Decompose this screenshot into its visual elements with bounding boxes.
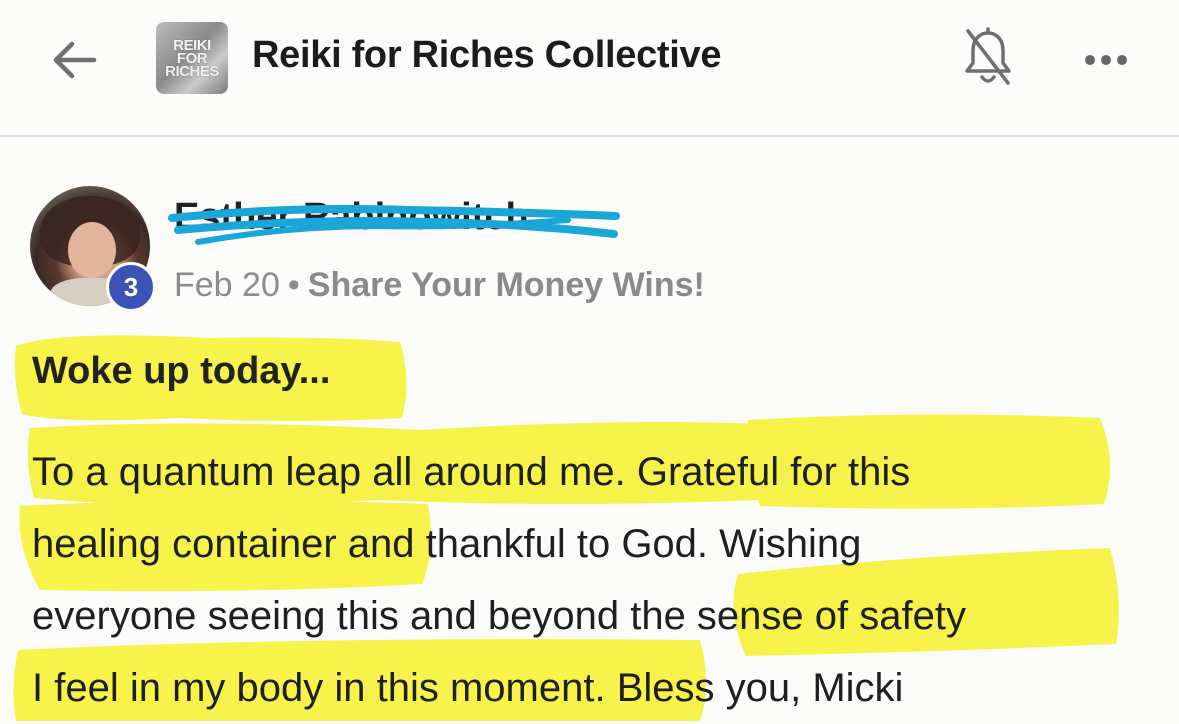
top-app-bar: REIKI FOR RICHES Reiki for Riches Collec… <box>0 0 1179 137</box>
post-body-line: everyone seeing this and beyond the sens… <box>32 594 966 638</box>
post-body-line: I feel in my body in this moment. Bless … <box>32 666 904 710</box>
more-options-button[interactable] <box>1076 38 1136 82</box>
post-meta: Feb 20 • Share Your Money Wins! <box>174 266 705 305</box>
author-name[interactable]: Esther Rabinowitch <box>174 196 594 239</box>
meta-separator: • <box>287 266 300 304</box>
group-name[interactable]: Reiki for Riches Collective <box>252 34 721 77</box>
more-dot <box>1117 55 1127 65</box>
post-body-line: healing container and thankful to God. W… <box>32 522 862 566</box>
post-category-link[interactable]: Share Your Money Wins! <box>308 266 705 304</box>
notifications-button[interactable] <box>960 26 1016 90</box>
post-body: To a quantum leap all around me. Gratefu… <box>32 436 1152 724</box>
post-body-line: To a quantum leap all around me. Gratefu… <box>32 450 911 494</box>
bell-muted-icon <box>965 27 1011 85</box>
more-dots-icon <box>1085 55 1095 65</box>
avatar-face <box>68 222 116 278</box>
back-button[interactable] <box>44 30 104 90</box>
more-dot <box>1101 55 1111 65</box>
author-rank-badge: 3 <box>106 262 156 312</box>
post-date: Feb 20 <box>174 266 280 304</box>
post-title: Woke up today... <box>32 350 331 392</box>
group-logo-text: REIKI FOR RICHES <box>165 36 219 80</box>
group-logo[interactable]: REIKI FOR RICHES <box>156 22 228 94</box>
back-arrow-icon <box>53 41 97 79</box>
